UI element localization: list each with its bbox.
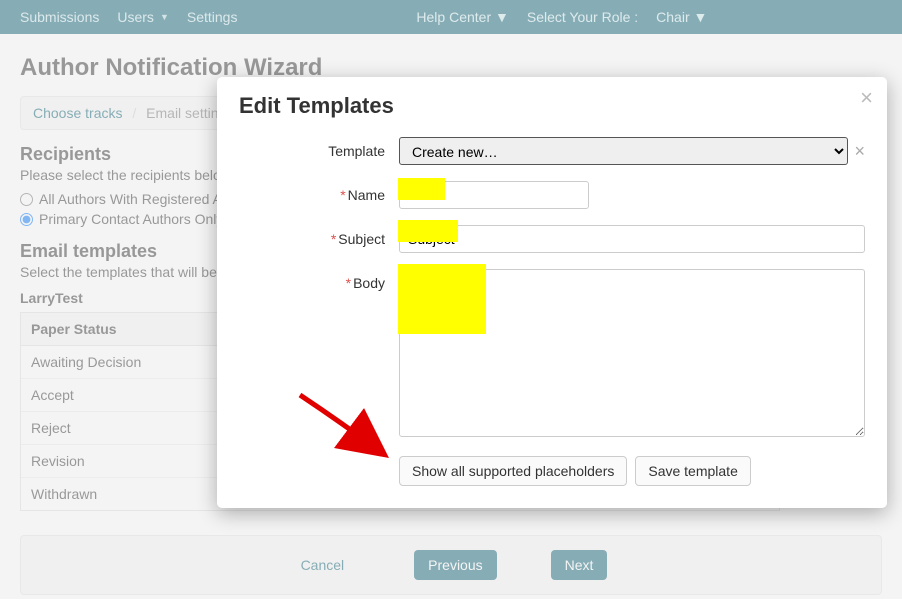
subject-label: *Subject <box>239 225 399 247</box>
subject-input[interactable] <box>399 225 865 253</box>
template-select[interactable]: Create new… <box>399 137 848 165</box>
template-label: Template <box>239 137 399 159</box>
show-placeholders-button[interactable]: Show all supported placeholders <box>399 456 627 486</box>
subject-label-text: Subject <box>338 231 385 247</box>
body-label: *Body <box>239 269 399 291</box>
modal-title: Edit Templates <box>239 93 865 119</box>
save-template-button[interactable]: Save template <box>635 456 751 486</box>
name-label: *Name <box>239 181 399 203</box>
close-icon[interactable]: × <box>860 87 873 109</box>
name-label-text: Name <box>348 187 385 203</box>
body-textarea[interactable] <box>399 269 865 437</box>
name-input[interactable] <box>399 181 589 209</box>
body-label-text: Body <box>353 275 385 291</box>
delete-template-icon[interactable]: × <box>854 141 865 162</box>
edit-templates-modal: × Edit Templates Template Create new… × … <box>217 77 887 508</box>
